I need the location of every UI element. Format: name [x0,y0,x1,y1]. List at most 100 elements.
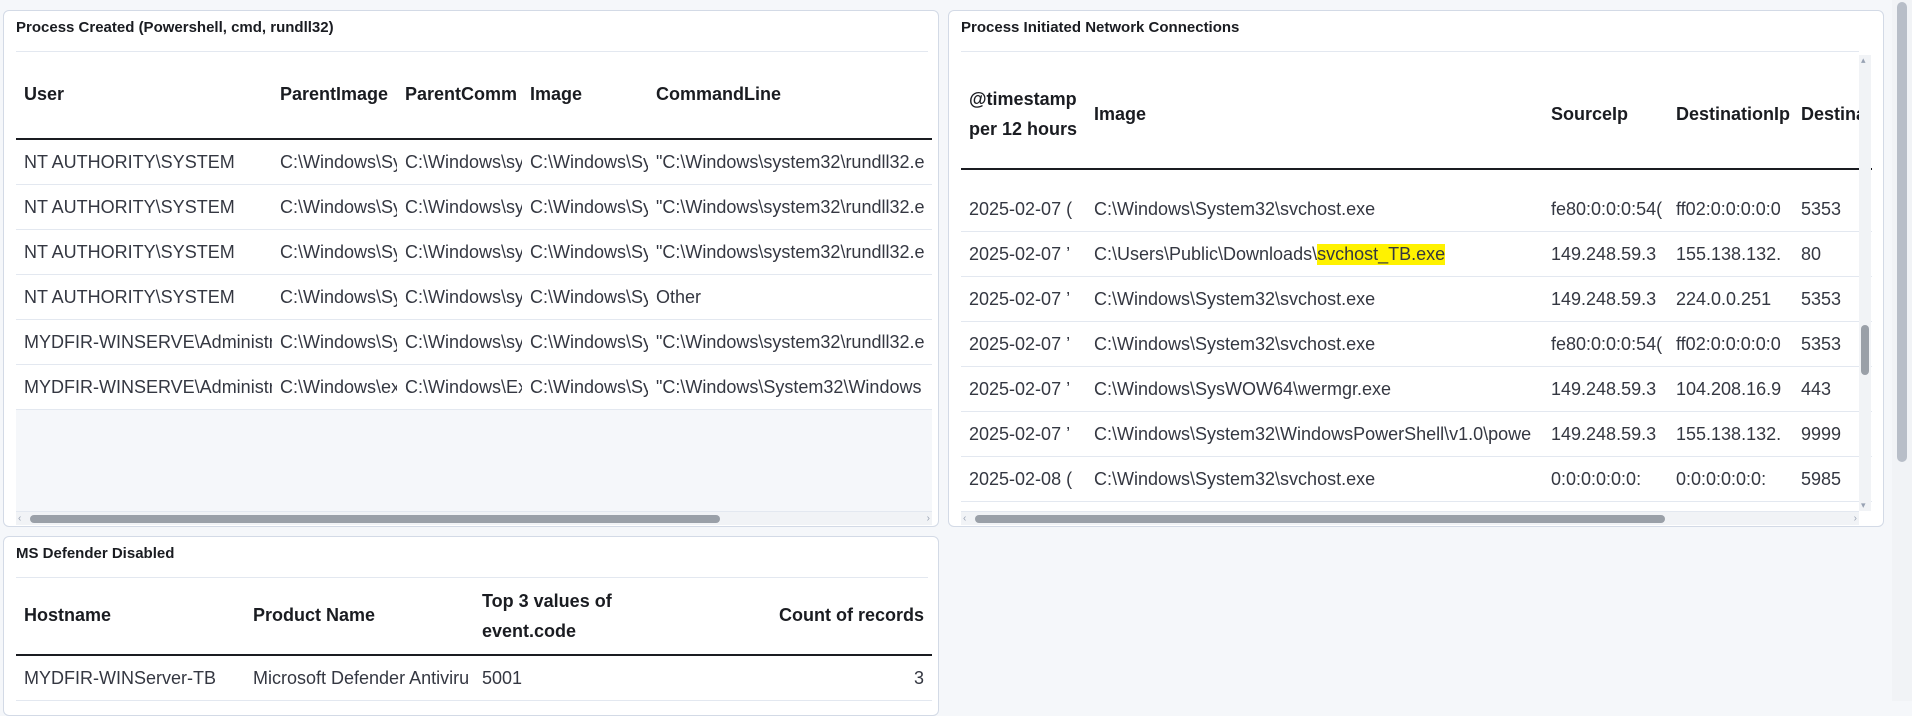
search-highlight: svchost_TB.exe [1317,243,1446,265]
column-header-user[interactable]: User [16,51,272,138]
cell-product-name: Microsoft Defender Antiviru [253,667,470,688]
network-connections-table: @timestamp per 12 hours Image SourceIp D… [961,60,1872,511]
cell-commandline: "C:\Windows\System32\Windows [656,376,922,397]
scrollbar-thumb[interactable] [1861,325,1869,375]
defender-table: Hostname Product Name Top 3 values of ev… [16,577,932,715]
cell-user: NT AUTHORITY\SYSTEM [24,241,235,262]
cell-timestamp: 2025-02-07 ’ [969,423,1071,444]
scrollbar-thumb[interactable] [30,515,720,523]
scroll-up-icon[interactable]: ▴ [1861,55,1866,66]
panel-ms-defender-disabled: MS Defender Disabled Hostname Product Na… [3,536,939,716]
column-header-parentimage[interactable]: ParentImage [272,51,397,138]
cell-commandline: "C:\Windows\system32\rundll32.e [656,241,925,262]
cell-timestamp: 2025-02-07 ’ [969,333,1071,354]
table-header-row: Hostname Product Name Top 3 values of ev… [16,577,932,656]
column-header-count-of-records[interactable]: Count of records [644,577,932,654]
cell-parentcommandline: C:\Windows\sy [405,196,522,217]
process-created-table: User ParentImage ParentComm Image Comman… [16,51,932,511]
cell-image: C:\Windows\System32\WindowsPowerShell\v1… [1094,423,1532,444]
table-row[interactable]: 2025-02-07 ’ C:\Windows\System32\svchost… [961,322,1872,367]
cell-image: C:\Windows\Sy [530,241,648,262]
cell-user: NT AUTHORITY\SYSTEM [24,286,235,307]
panel-process-created: Process Created (Powershell, cmd, rundll… [3,10,939,527]
cell-destinationip: ff02:0:0:0:0:0 [1676,198,1781,219]
table-row[interactable]: NT AUTHORITY\SYSTEM C:\Windows\Sy C:\Win… [16,140,932,185]
table-row[interactable]: 2025-02-08 ( C:\Windows\System32\svchost… [961,457,1872,502]
column-header-image[interactable]: Image [522,51,648,138]
cell-parentimage: C:\Windows\ex [280,376,397,397]
table-row[interactable]: MYDFIR-WINServer-TB Microsoft Defender A… [16,656,932,701]
cell-destinationip: 155.138.132. [1676,423,1782,444]
scrollbar-thumb[interactable] [975,515,1665,523]
cell-hostname: MYDFIR-WINServer-TB [24,667,216,688]
cell-destinationip: 155.138.132. [1676,243,1782,264]
column-header-event-code[interactable]: Top 3 values of event.code [474,577,644,654]
column-header-hostname[interactable]: Hostname [16,577,245,654]
horizontal-scrollbar[interactable]: ‹ › [961,511,1859,525]
table-row[interactable]: 2025-02-07 ’ C:\Windows\System32\svchost… [961,277,1872,322]
panel-title: Process Created (Powershell, cmd, rundll… [16,19,334,36]
vertical-scrollbar[interactable]: ▴ ▾ [1859,55,1871,511]
table-row[interactable]: 2025-02-07 ( C:\Windows\System32\svchost… [961,187,1872,232]
cell-parentcommandline: C:\Windows\sy [405,331,522,352]
cell-image: C:\Windows\Sy [530,286,648,307]
cell-timestamp: 2025-02-07 ( [969,198,1073,219]
cell-user: NT AUTHORITY\SYSTEM [24,196,235,217]
cell-parentimage: C:\Windows\Sy [280,241,397,262]
cell-parentimage: C:\Windows\Sy [280,151,397,172]
column-header-timestamp[interactable]: @timestamp per 12 hours [961,60,1086,168]
empty-table-area [16,410,932,511]
table-row[interactable]: MYDFIR-WINSERVE\Administr C:\Windows\ex … [16,365,932,410]
cell-image: C:\Windows\Sy [530,331,648,352]
scroll-right-icon[interactable]: › [1854,512,1857,525]
cell-parentimage: C:\Windows\Sy [280,331,397,352]
column-header-destinationip[interactable]: DestinationIp [1668,60,1793,168]
table-header-row: @timestamp per 12 hours Image SourceIp D… [961,60,1872,170]
cell-destinationip: 224.0.0.251 [1676,288,1772,309]
cell-image: C:\Windows\Sy [530,151,648,172]
cell-parentcommandline: C:\Windows\sy [405,286,522,307]
cell-user: MYDFIR-WINSERVE\Administr [24,376,272,397]
table-row[interactable]: 2025-02-07 ’ C:\Windows\SysWOW64\wermgr.… [961,367,1872,412]
column-header-sourceip[interactable]: SourceIp [1543,60,1668,168]
table-row[interactable]: NT AUTHORITY\SYSTEM C:\Windows\Sy C:\Win… [16,275,932,320]
cell-commandline: "C:\Windows\system32\rundll32.e [656,331,925,352]
horizontal-scrollbar[interactable]: ‹ › [16,511,932,525]
column-header-image[interactable]: Image [1086,60,1543,168]
scroll-down-icon[interactable]: ▾ [1861,500,1866,511]
scroll-left-icon[interactable]: ‹ [963,512,966,525]
divider [961,51,1859,52]
cell-user: MYDFIR-WINSERVE\Administr [24,331,272,352]
column-header-parentcommandline[interactable]: ParentComm [397,51,522,138]
cell-image: C:\Windows\System32\svchost.exe [1094,198,1376,219]
page-vertical-scrollbar[interactable] [1892,0,1912,701]
cell-parentcommandline: C:\Windows\sy [405,151,522,172]
cell-user: NT AUTHORITY\SYSTEM [24,151,235,172]
scroll-left-icon[interactable]: ‹ [18,512,21,525]
cell-sourceip: 149.248.59.3 [1551,243,1657,264]
scrollbar-thumb[interactable] [1897,2,1907,462]
cell-timestamp: 2025-02-07 ’ [969,378,1071,399]
scroll-right-icon[interactable]: › [927,512,930,525]
column-header-product-name[interactable]: Product Name [245,577,474,654]
cell-image: C:\Users\Public\Downloads\ svchost_TB.exe [1086,232,1543,276]
table-row[interactable]: NT AUTHORITY\SYSTEM C:\Windows\Sy C:\Win… [16,185,932,230]
cell-commandline: Other [656,286,702,307]
cell-timestamp: 2025-02-08 ( [969,468,1073,489]
table-row[interactable]: 2025-02-07 ’ C:\Users\Public\Downloads\ s… [961,232,1872,277]
cell-destinationip: ff02:0:0:0:0:0 [1676,333,1781,354]
cell-count-of-records: 3 [913,667,924,688]
cell-sourceip: 0:0:0:0:0:0: [1551,468,1642,489]
cell-sourceip: 149.248.59.3 [1551,423,1657,444]
cell-event-code: 5001 [482,667,523,688]
cell-image: C:\Windows\System32\svchost.exe [1094,288,1376,309]
column-header-commandline[interactable]: CommandLine [648,51,932,138]
panel-title: MS Defender Disabled [16,545,175,562]
table-row[interactable]: 2025-02-07 ’ C:\Windows\System32\Windows… [961,412,1872,457]
cell-parentcommandline: C:\Windows\sy [405,241,522,262]
cell-parentimage: C:\Windows\Sy [280,196,397,217]
cell-image: C:\Windows\Sy [530,376,648,397]
table-row[interactable]: MYDFIR-WINSERVE\Administr C:\Windows\Sy … [16,320,932,365]
table-row[interactable]: NT AUTHORITY\SYSTEM C:\Windows\Sy C:\Win… [16,230,932,275]
image-path-prefix: C:\Users\Public\Downloads\ [1094,243,1318,264]
